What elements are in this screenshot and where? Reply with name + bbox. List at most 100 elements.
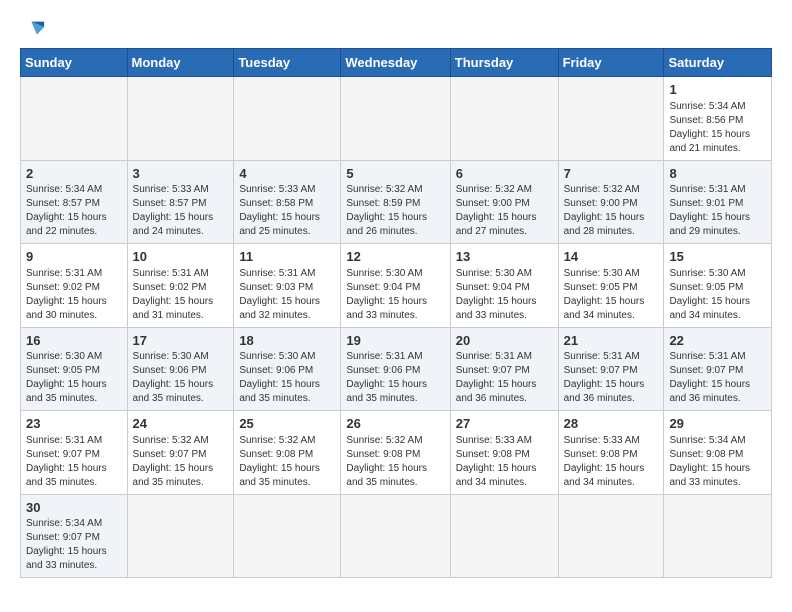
calendar-cell [341,77,450,161]
calendar-cell: 5Sunrise: 5:32 AMSunset: 8:59 PMDaylight… [341,160,450,244]
day-info: Sunrise: 5:32 AMSunset: 9:08 PMDaylight:… [239,434,335,490]
calendar-cell: 7Sunrise: 5:32 AMSunset: 9:00 PMDaylight… [558,160,664,244]
calendar-cell: 29Sunrise: 5:34 AMSunset: 9:08 PMDayligh… [664,411,772,495]
calendar-cell: 8Sunrise: 5:31 AMSunset: 9:01 PMDaylight… [664,160,772,244]
day-info: Sunrise: 5:30 AMSunset: 9:06 PMDaylight:… [239,350,335,406]
day-number: 2 [26,165,122,183]
day-number: 10 [133,248,229,266]
day-info: Sunrise: 5:31 AMSunset: 9:02 PMDaylight:… [133,267,229,323]
calendar-cell: 4Sunrise: 5:33 AMSunset: 8:58 PMDaylight… [234,160,341,244]
calendar-cell: 12Sunrise: 5:30 AMSunset: 9:04 PMDayligh… [341,244,450,328]
calendar-header-wednesday: Wednesday [341,49,450,77]
calendar-cell [341,494,450,578]
calendar-cell: 1Sunrise: 5:34 AMSunset: 8:56 PMDaylight… [664,77,772,161]
calendar-cell: 17Sunrise: 5:30 AMSunset: 9:06 PMDayligh… [127,327,234,411]
day-info: Sunrise: 5:32 AMSunset: 9:07 PMDaylight:… [133,434,229,490]
day-info: Sunrise: 5:30 AMSunset: 9:05 PMDaylight:… [564,267,659,323]
day-info: Sunrise: 5:32 AMSunset: 9:00 PMDaylight:… [456,183,553,239]
day-number: 3 [133,165,229,183]
day-info: Sunrise: 5:31 AMSunset: 9:01 PMDaylight:… [669,183,766,239]
calendar-cell: 9Sunrise: 5:31 AMSunset: 9:02 PMDaylight… [21,244,128,328]
day-number: 22 [669,332,766,350]
day-info: Sunrise: 5:31 AMSunset: 9:07 PMDaylight:… [456,350,553,406]
page: SundayMondayTuesdayWednesdayThursdayFrid… [0,0,792,612]
day-number: 26 [346,415,444,433]
calendar-week-4: 23Sunrise: 5:31 AMSunset: 9:07 PMDayligh… [21,411,772,495]
day-number: 20 [456,332,553,350]
logo-icon [24,18,46,40]
calendar-cell [558,77,664,161]
calendar-week-0: 1Sunrise: 5:34 AMSunset: 8:56 PMDaylight… [21,77,772,161]
calendar-cell: 26Sunrise: 5:32 AMSunset: 9:08 PMDayligh… [341,411,450,495]
calendar-cell [234,77,341,161]
calendar-cell: 10Sunrise: 5:31 AMSunset: 9:02 PMDayligh… [127,244,234,328]
calendar-cell: 14Sunrise: 5:30 AMSunset: 9:05 PMDayligh… [558,244,664,328]
calendar-cell: 11Sunrise: 5:31 AMSunset: 9:03 PMDayligh… [234,244,341,328]
calendar-header-row: SundayMondayTuesdayWednesdayThursdayFrid… [21,49,772,77]
calendar-cell: 30Sunrise: 5:34 AMSunset: 9:07 PMDayligh… [21,494,128,578]
day-number: 12 [346,248,444,266]
day-info: Sunrise: 5:31 AMSunset: 9:07 PMDaylight:… [564,350,659,406]
header [20,18,772,40]
day-info: Sunrise: 5:30 AMSunset: 9:06 PMDaylight:… [133,350,229,406]
day-info: Sunrise: 5:33 AMSunset: 9:08 PMDaylight:… [564,434,659,490]
day-info: Sunrise: 5:30 AMSunset: 9:05 PMDaylight:… [26,350,122,406]
calendar-header-tuesday: Tuesday [234,49,341,77]
day-info: Sunrise: 5:31 AMSunset: 9:07 PMDaylight:… [26,434,122,490]
calendar-cell: 22Sunrise: 5:31 AMSunset: 9:07 PMDayligh… [664,327,772,411]
calendar-week-1: 2Sunrise: 5:34 AMSunset: 8:57 PMDaylight… [21,160,772,244]
calendar-cell: 23Sunrise: 5:31 AMSunset: 9:07 PMDayligh… [21,411,128,495]
calendar-cell: 24Sunrise: 5:32 AMSunset: 9:07 PMDayligh… [127,411,234,495]
calendar-cell: 6Sunrise: 5:32 AMSunset: 9:00 PMDaylight… [450,160,558,244]
day-info: Sunrise: 5:32 AMSunset: 8:59 PMDaylight:… [346,183,444,239]
calendar-cell [21,77,128,161]
calendar-cell [234,494,341,578]
calendar-cell: 16Sunrise: 5:30 AMSunset: 9:05 PMDayligh… [21,327,128,411]
day-number: 13 [456,248,553,266]
calendar-cell: 27Sunrise: 5:33 AMSunset: 9:08 PMDayligh… [450,411,558,495]
calendar: SundayMondayTuesdayWednesdayThursdayFrid… [20,48,772,578]
day-number: 21 [564,332,659,350]
day-info: Sunrise: 5:32 AMSunset: 9:08 PMDaylight:… [346,434,444,490]
calendar-cell: 2Sunrise: 5:34 AMSunset: 8:57 PMDaylight… [21,160,128,244]
day-info: Sunrise: 5:31 AMSunset: 9:06 PMDaylight:… [346,350,444,406]
calendar-cell: 25Sunrise: 5:32 AMSunset: 9:08 PMDayligh… [234,411,341,495]
day-info: Sunrise: 5:33 AMSunset: 9:08 PMDaylight:… [456,434,553,490]
calendar-week-5: 30Sunrise: 5:34 AMSunset: 9:07 PMDayligh… [21,494,772,578]
calendar-cell: 3Sunrise: 5:33 AMSunset: 8:57 PMDaylight… [127,160,234,244]
day-number: 25 [239,415,335,433]
day-number: 11 [239,248,335,266]
calendar-header-sunday: Sunday [21,49,128,77]
calendar-header-thursday: Thursday [450,49,558,77]
day-info: Sunrise: 5:34 AMSunset: 9:08 PMDaylight:… [669,434,766,490]
day-number: 8 [669,165,766,183]
calendar-cell: 13Sunrise: 5:30 AMSunset: 9:04 PMDayligh… [450,244,558,328]
logo [20,18,46,40]
calendar-cell [664,494,772,578]
day-number: 19 [346,332,444,350]
day-info: Sunrise: 5:33 AMSunset: 8:57 PMDaylight:… [133,183,229,239]
day-number: 23 [26,415,122,433]
day-info: Sunrise: 5:32 AMSunset: 9:00 PMDaylight:… [564,183,659,239]
day-info: Sunrise: 5:33 AMSunset: 8:58 PMDaylight:… [239,183,335,239]
day-number: 29 [669,415,766,433]
day-number: 7 [564,165,659,183]
day-info: Sunrise: 5:31 AMSunset: 9:03 PMDaylight:… [239,267,335,323]
day-info: Sunrise: 5:34 AMSunset: 8:56 PMDaylight:… [669,100,766,156]
day-number: 24 [133,415,229,433]
calendar-cell [450,77,558,161]
day-info: Sunrise: 5:30 AMSunset: 9:05 PMDaylight:… [669,267,766,323]
calendar-week-3: 16Sunrise: 5:30 AMSunset: 9:05 PMDayligh… [21,327,772,411]
day-number: 15 [669,248,766,266]
day-number: 16 [26,332,122,350]
day-number: 18 [239,332,335,350]
day-number: 17 [133,332,229,350]
calendar-cell: 18Sunrise: 5:30 AMSunset: 9:06 PMDayligh… [234,327,341,411]
calendar-cell: 20Sunrise: 5:31 AMSunset: 9:07 PMDayligh… [450,327,558,411]
day-number: 9 [26,248,122,266]
calendar-cell: 21Sunrise: 5:31 AMSunset: 9:07 PMDayligh… [558,327,664,411]
calendar-cell [127,77,234,161]
calendar-cell [127,494,234,578]
day-info: Sunrise: 5:31 AMSunset: 9:02 PMDaylight:… [26,267,122,323]
day-info: Sunrise: 5:31 AMSunset: 9:07 PMDaylight:… [669,350,766,406]
